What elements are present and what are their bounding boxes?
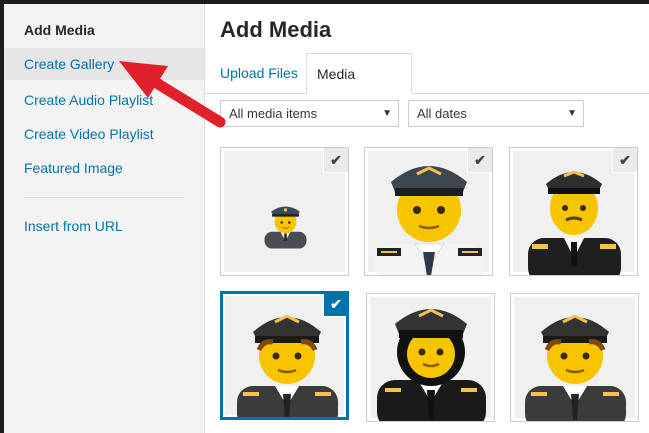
- date-filter[interactable]: All dates ▼: [408, 100, 584, 127]
- checkmark-icon[interactable]: ✔: [324, 148, 348, 172]
- media-type-filter[interactable]: All media items ▼: [220, 100, 399, 127]
- sidebar-divider: [24, 197, 184, 198]
- sidebar-item-featured-image[interactable]: Featured Image: [4, 152, 204, 184]
- media-sidebar: Add Media Create Gallery Create Audio Pl…: [4, 4, 205, 433]
- sidebar-item-insert-from-url[interactable]: Insert from URL: [4, 210, 204, 242]
- media-item[interactable]: [366, 293, 495, 422]
- tab-media-library[interactable]: Media Library: [306, 53, 412, 122]
- sidebar-item-create-video-playlist[interactable]: Create Video Playlist: [4, 118, 204, 150]
- page-title: Add Media: [220, 17, 332, 42]
- media-main-panel: Add Media Upload Files Media Library All…: [205, 4, 649, 433]
- checkmark-icon[interactable]: ✔: [468, 148, 492, 172]
- dropdown-arrow-icon: ▼: [567, 108, 577, 119]
- pilot-emoji-black-outline-icon: [377, 308, 486, 421]
- sidebar-item-create-gallery[interactable]: Create Gallery: [4, 48, 204, 80]
- media-tabs: Upload Files Media Library: [205, 53, 649, 122]
- media-modal: Add Media Create Gallery Create Audio Pl…: [4, 4, 649, 433]
- checkmark-icon[interactable]: ✔: [613, 148, 637, 172]
- tab-upload-files[interactable]: Upload Files: [210, 53, 308, 93]
- media-item[interactable]: [510, 293, 639, 422]
- media-item[interactable]: ✔: [220, 147, 349, 276]
- media-type-filter-value: All media items: [229, 106, 318, 121]
- media-item[interactable]: ✔: [364, 147, 493, 276]
- pilot-emoji-icon: [525, 314, 626, 421]
- checkmark-icon[interactable]: ✔: [324, 294, 346, 316]
- date-filter-value: All dates: [417, 106, 467, 121]
- media-item[interactable]: ✔: [509, 147, 638, 276]
- sidebar-title: Add Media: [24, 22, 95, 38]
- media-item-selected[interactable]: ✔: [220, 291, 349, 420]
- sidebar-item-create-audio-playlist[interactable]: Create Audio Playlist: [4, 84, 204, 116]
- dropdown-arrow-icon: ▼: [382, 108, 392, 119]
